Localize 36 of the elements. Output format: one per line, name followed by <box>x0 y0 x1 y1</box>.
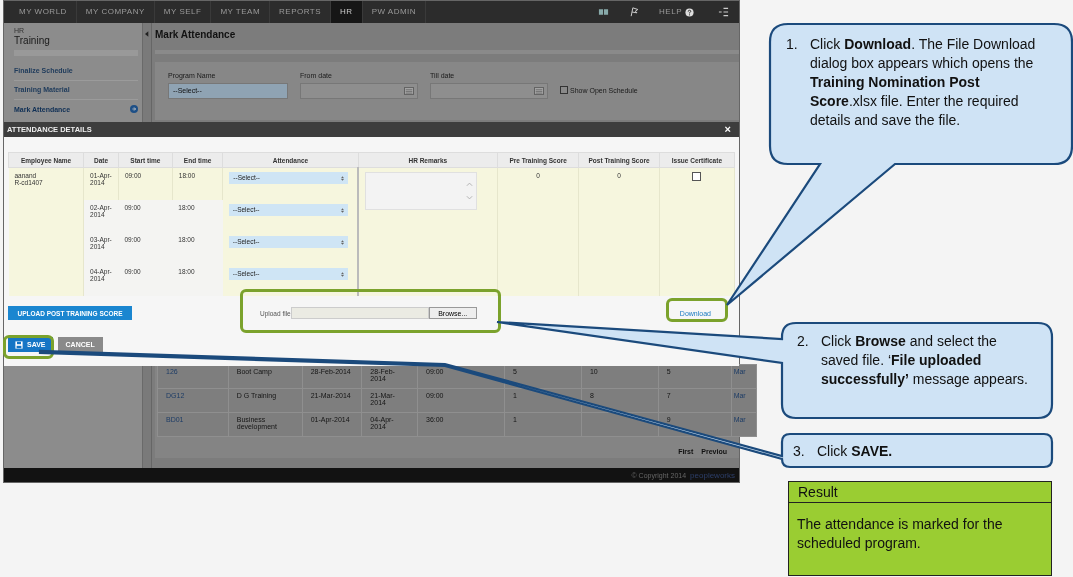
callout-text: Click Download. The File Download dialog box appears which opens the Training Nomination Post Score.xlsx file. Enter the required details and save the file. <box>810 35 1037 130</box>
callout-text: Click Browse and select the saved file. ‘File uploaded successfully’ message appears. <box>821 332 1029 389</box>
collapse-arrow-icon[interactable] <box>145 31 149 37</box>
remarks-field[interactable] <box>365 172 478 210</box>
calendar-icon[interactable] <box>404 87 414 95</box>
dropdown-arrows-icon <box>340 239 344 245</box>
checkbox[interactable] <box>692 172 702 181</box>
arrow-circle-icon <box>130 105 138 113</box>
file-path-field[interactable] <box>290 307 429 319</box>
close-button[interactable]: × <box>719 124 736 135</box>
menu-icon[interactable] <box>718 7 729 17</box>
book-icon[interactable] <box>598 7 610 17</box>
dropdown-arrows-icon <box>340 271 344 277</box>
dropdown-arrows-icon <box>340 207 344 213</box>
callout-text: Click SAVE. <box>817 442 893 461</box>
step-number: 2. <box>797 332 810 351</box>
step-number: 3. <box>793 442 806 461</box>
nav-tab[interactable]: PW ADMIN <box>362 1 427 23</box>
nav-tab[interactable]: MY SELF <box>154 1 212 23</box>
result-text: The attendance is marked for the scheduled program. <box>796 515 1004 553</box>
calendar-icon[interactable] <box>534 87 544 95</box>
help-icon[interactable] <box>685 7 694 17</box>
result-title: Result <box>789 482 1051 503</box>
brand-logo: peopleworks <box>690 470 735 480</box>
dropdown-arrows-icon <box>341 175 345 181</box>
date-field[interactable] <box>300 83 418 99</box>
flag-icon[interactable] <box>629 7 641 17</box>
date-field[interactable] <box>430 83 548 99</box>
step-number: 1. <box>786 35 799 54</box>
checkbox[interactable] <box>560 86 568 94</box>
highlight-frame <box>666 298 728 322</box>
nav-tab[interactable]: HR <box>331 1 363 23</box>
nav-tab[interactable]: MY TEAM <box>211 1 271 23</box>
page-title: Mark Attendance <box>155 23 739 54</box>
sidebar-title: Training <box>14 35 51 46</box>
help-link[interactable]: HELP <box>650 1 685 23</box>
